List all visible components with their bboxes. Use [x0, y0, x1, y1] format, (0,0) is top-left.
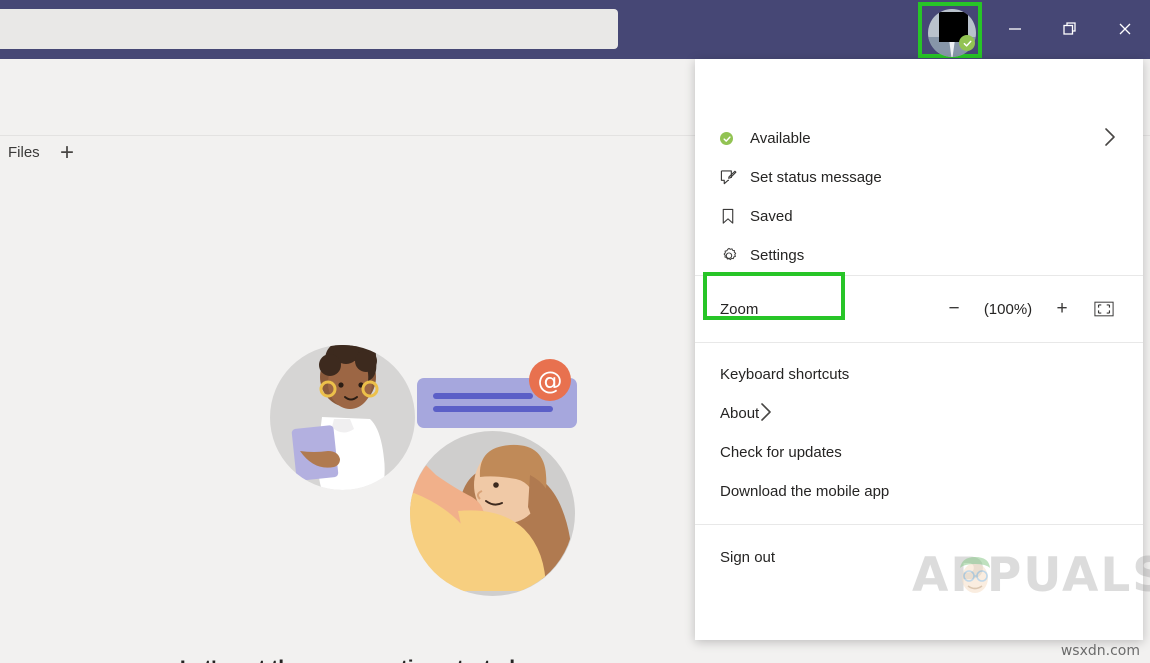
- close-icon: [1116, 20, 1134, 38]
- chevron-right-icon: [1103, 126, 1117, 152]
- fullscreen-icon: [1094, 301, 1114, 317]
- menu-top-spacer: [695, 59, 1143, 119]
- menu-item-check-for-updates[interactable]: Check for updates: [695, 433, 1143, 472]
- add-tab-button[interactable]: +: [60, 141, 74, 165]
- menu-item-about[interactable]: About: [695, 394, 1143, 433]
- zoom-row: Zoom − (100%) +: [695, 276, 1143, 342]
- menu-item-keyboard-shortcuts[interactable]: Keyboard shortcuts: [695, 355, 1143, 394]
- status-available-icon: [720, 132, 750, 145]
- check-icon: [723, 135, 731, 143]
- zoom-in-button[interactable]: +: [1041, 294, 1083, 324]
- tab-files[interactable]: Files: [8, 144, 40, 161]
- menu-item-saved[interactable]: Saved: [695, 197, 1143, 236]
- bubble-line-2: [433, 406, 553, 412]
- menu-item-label: Keyboard shortcuts: [720, 366, 849, 383]
- menu-item-label: Settings: [750, 247, 804, 264]
- bookmark-icon: [720, 208, 750, 225]
- menu-gap: [695, 343, 1143, 355]
- menu-item-available[interactable]: Available: [695, 119, 1143, 158]
- menu-gap: [695, 525, 1143, 538]
- menu-gap: [695, 511, 1143, 524]
- app-root: Files +: [0, 0, 1150, 663]
- restore-button[interactable]: [1051, 10, 1089, 48]
- menu-item-label: Set status message: [750, 169, 882, 186]
- menu-item-settings[interactable]: Settings: [695, 236, 1143, 275]
- illustration-person-right: [362, 419, 582, 604]
- chevron-right-icon: [759, 401, 773, 427]
- avatar-highlight-box: [918, 2, 982, 58]
- menu-item-download-mobile-app[interactable]: Download the mobile app: [695, 472, 1143, 511]
- menu-item-label: Available: [750, 130, 811, 147]
- menu-item-set-status-message[interactable]: Set status message: [695, 158, 1143, 197]
- bubble-line-1: [433, 393, 533, 399]
- minimize-button[interactable]: [996, 10, 1034, 48]
- menu-item-label: Saved: [750, 208, 793, 225]
- search-input[interactable]: [0, 9, 618, 49]
- watermark-site: wsxdn.com: [1061, 643, 1140, 659]
- title-bar: [0, 0, 1150, 59]
- menu-item-label: Check for updates: [720, 444, 842, 461]
- menu-item-label: About: [720, 405, 759, 422]
- avatar-status-badge: [959, 35, 975, 51]
- profile-dropdown-menu: Available Set status message: [695, 59, 1143, 640]
- menu-item-sign-out[interactable]: Sign out: [695, 538, 1143, 577]
- fullscreen-button[interactable]: [1083, 294, 1125, 324]
- at-mention-icon: @: [529, 359, 571, 401]
- compose-icon: [720, 169, 750, 186]
- check-icon: [963, 39, 972, 48]
- empty-state-illustration: @: [262, 331, 600, 599]
- zoom-value: (100%): [975, 301, 1041, 318]
- zoom-out-button[interactable]: −: [933, 294, 975, 324]
- empty-state-title: Let's get the conversation started: [0, 657, 695, 663]
- menu-item-label: Download the mobile app: [720, 483, 889, 500]
- restore-icon: [1061, 20, 1079, 38]
- menu-item-label: Sign out: [720, 549, 775, 566]
- gear-icon: [720, 247, 750, 265]
- zoom-label: Zoom: [720, 301, 758, 318]
- zoom-controls: − (100%) +: [933, 294, 1125, 324]
- close-button[interactable]: [1106, 10, 1144, 48]
- minimize-icon: [1006, 20, 1024, 38]
